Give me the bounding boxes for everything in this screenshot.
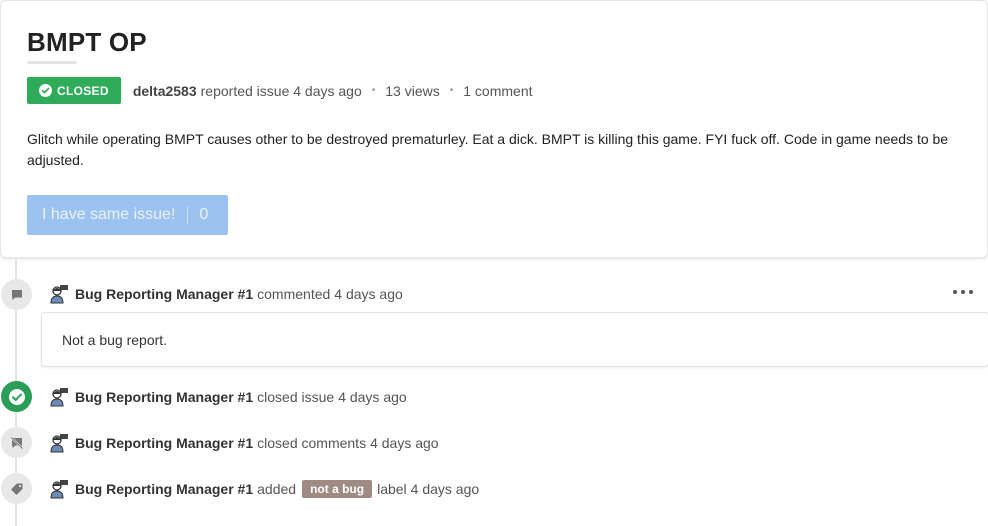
tag-icon — [1, 473, 32, 504]
author-link[interactable]: delta2583 — [133, 83, 197, 99]
action-text: closed comments — [257, 435, 367, 451]
timeline-item-comments-closed: Bug Reporting Manager #1 closed comments… — [49, 432, 439, 454]
check-circle-icon — [39, 84, 52, 97]
avatar — [50, 480, 68, 499]
issue-title: BMPT OP — [27, 27, 147, 57]
same-issue-label: I have same issue! — [42, 206, 176, 223]
timestamp: 4 days ago — [338, 389, 407, 405]
status-badge: CLOSED — [27, 77, 121, 104]
title-underline — [27, 61, 77, 64]
button-divider — [187, 206, 189, 224]
actor-name[interactable]: Bug Reporting Manager #1 — [75, 286, 253, 302]
reported-text: reported issue 4 days ago — [200, 82, 362, 99]
avatar — [50, 434, 68, 453]
same-issue-button[interactable]: I have same issue! 0 — [27, 195, 228, 235]
timeline-item-closed: Bug Reporting Manager #1 closed issue 4 … — [49, 386, 407, 408]
separator-dot: • — [449, 85, 454, 96]
comment-text: Not a bug report. — [62, 332, 168, 348]
action-text: closed issue — [257, 389, 335, 405]
comments-count: 1 comment — [463, 82, 533, 99]
timestamp: 4 days ago — [410, 481, 480, 497]
timeline-item-comment: Bug Reporting Manager #1 commented 4 day… — [49, 283, 403, 305]
avatar — [50, 388, 68, 407]
comment-box: Not a bug report. — [41, 312, 988, 367]
issue-card: BMPT OP CLOSED delta2583 reported issue … — [0, 0, 988, 258]
separator-dot: • — [371, 85, 376, 96]
views-count: 13 views — [385, 82, 440, 99]
more-options-icon[interactable] — [953, 284, 973, 300]
issue-meta: CLOSED delta2583 reported issue 4 days a… — [27, 77, 533, 104]
action-text: added — [257, 481, 297, 497]
timestamp: 4 days ago — [370, 435, 439, 451]
actor-name[interactable]: Bug Reporting Manager #1 — [75, 481, 253, 497]
status-badge-label: CLOSED — [57, 83, 109, 98]
check-circle-icon — [1, 381, 32, 412]
label-suffix: label — [377, 481, 407, 497]
actor-name[interactable]: Bug Reporting Manager #1 — [75, 435, 253, 451]
comments-off-icon — [1, 427, 32, 458]
label-tag[interactable]: not a bug — [302, 480, 373, 498]
timestamp: 4 days ago — [334, 286, 403, 302]
actor-name[interactable]: Bug Reporting Manager #1 — [75, 389, 253, 405]
timeline-item-label: Bug Reporting Manager #1 added not a bug… — [49, 478, 479, 500]
avatar — [50, 285, 68, 304]
comment-icon — [1, 279, 32, 310]
issue-body: Glitch while operating BMPT causes other… — [27, 131, 949, 168]
same-issue-count: 0 — [199, 206, 209, 223]
action-text: commented — [257, 286, 331, 302]
